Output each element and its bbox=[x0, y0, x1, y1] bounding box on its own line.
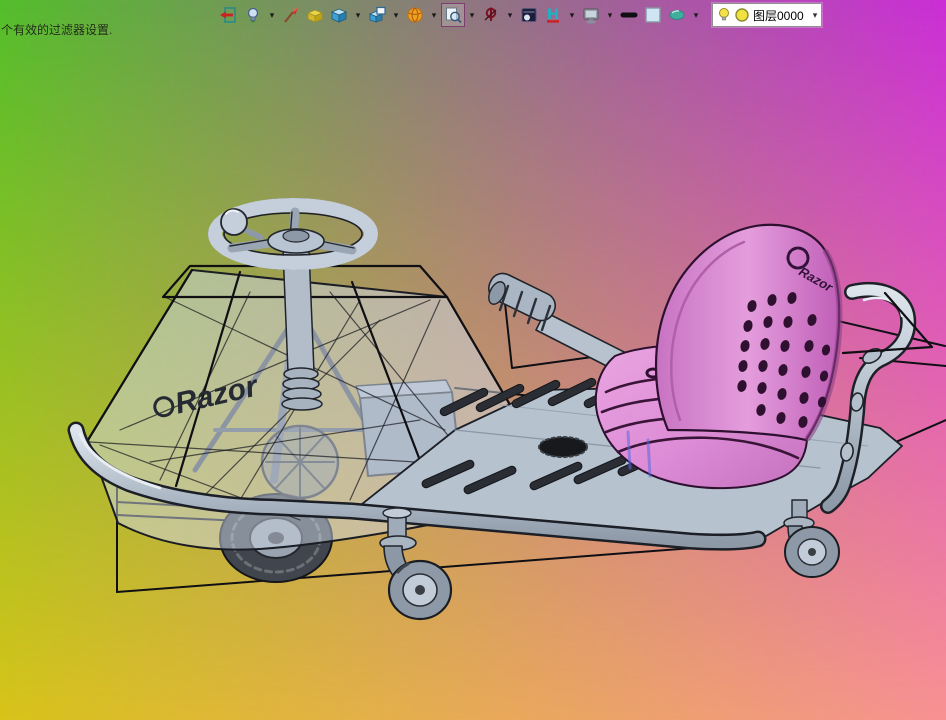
section-dropdown-arrow[interactable]: ▾ bbox=[504, 4, 516, 26]
sphere-dropdown-arrow[interactable]: ▾ bbox=[428, 4, 440, 26]
layer-bulb-icon bbox=[719, 8, 729, 21]
layer-dropdown-arrow[interactable]: ▾ bbox=[813, 10, 818, 21]
exit-environment-button[interactable] bbox=[218, 4, 240, 26]
lens-shade-button[interactable] bbox=[666, 4, 688, 26]
line-thickness-icon bbox=[620, 12, 638, 18]
spinner-knob bbox=[220, 208, 248, 236]
brush-appearance-icon bbox=[284, 7, 298, 23]
solid-cube-button[interactable] bbox=[328, 4, 350, 26]
zoom-preview-icon bbox=[446, 7, 462, 24]
zoom-preview-dropdown-arrow[interactable]: ▾ bbox=[466, 4, 478, 26]
display-dropdown-arrow[interactable]: ▾ bbox=[604, 4, 616, 26]
orange-sphere-button[interactable] bbox=[404, 4, 426, 26]
display-monitor-icon bbox=[583, 8, 599, 24]
zoom-preview-button[interactable] bbox=[441, 3, 465, 27]
render-scene-button[interactable] bbox=[518, 4, 540, 26]
display-monitor-button[interactable] bbox=[580, 4, 602, 26]
section-pin-button[interactable] bbox=[480, 4, 502, 26]
dimension-dropdown-arrow[interactable]: ▾ bbox=[566, 4, 578, 26]
cube-window-icon bbox=[368, 6, 386, 23]
color-swatch-icon bbox=[645, 7, 661, 23]
viewport-canvas[interactable]: Razor Razor bbox=[0, 0, 946, 720]
material-box-icon bbox=[306, 9, 324, 23]
color-swatch-button[interactable] bbox=[642, 4, 664, 26]
light-toggle-button[interactable] bbox=[242, 4, 264, 26]
status-message: 个有效的过滤器设置. bbox=[1, 23, 113, 37]
3d-viewport[interactable]: Razor Razor bbox=[0, 0, 946, 720]
solid-cube-icon bbox=[330, 8, 348, 23]
view-toolbar: ▾ ▾ ▾ ▾ ▾ ▾ ▾ ▾ ▾ 图层0000 ▾ bbox=[218, 3, 823, 27]
dimension-h-button[interactable] bbox=[542, 4, 564, 26]
exit-environment-icon bbox=[220, 7, 236, 23]
dimension-h-icon bbox=[547, 8, 559, 23]
appearance-brush-button[interactable] bbox=[280, 4, 302, 26]
layer-name-label: 图层0000 bbox=[753, 8, 804, 23]
layer-color-icon bbox=[735, 8, 749, 22]
cad-application-window: { "status_bar": { "message": "个有效的过滤器设置.… bbox=[0, 0, 946, 720]
line-thickness-button[interactable] bbox=[618, 4, 640, 26]
cube-window-dropdown-arrow[interactable]: ▾ bbox=[390, 4, 402, 26]
orange-sphere-icon bbox=[407, 7, 423, 23]
cube-dropdown-arrow[interactable]: ▾ bbox=[352, 4, 364, 26]
cube-window-button[interactable] bbox=[366, 4, 388, 26]
section-pin-icon bbox=[484, 7, 497, 21]
light-toggle-icon bbox=[247, 7, 259, 23]
lens-shade-icon bbox=[669, 10, 685, 20]
light-dropdown-arrow[interactable]: ▾ bbox=[266, 4, 278, 26]
layer-selector[interactable]: 图层0000 ▾ bbox=[712, 3, 823, 27]
render-scene-icon bbox=[521, 8, 537, 22]
lens-dropdown-arrow[interactable]: ▾ bbox=[690, 4, 702, 26]
material-box-button[interactable] bbox=[304, 4, 326, 26]
